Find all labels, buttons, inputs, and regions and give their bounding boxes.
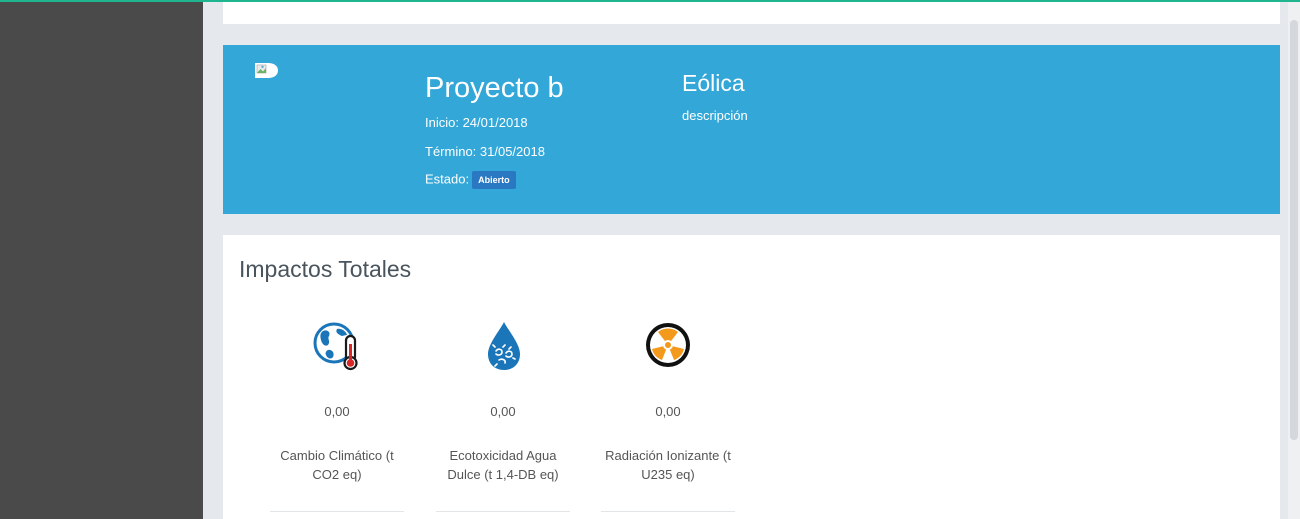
- project-status-label: Estado:: [425, 171, 470, 187]
- impact-card-freshwater-ecotoxicity[interactable]: 0,00 Ecotoxicidad Agua Dulce (t 1,4-DB e…: [433, 235, 573, 519]
- impact-value: 0,00: [490, 404, 516, 419]
- project-start-date: Inicio: 24/01/2018: [425, 115, 528, 130]
- impacts-panel: Impactos Totales 0,00 Cambio Climático (…: [223, 235, 1280, 519]
- impact-label: Ecotoxicidad Agua Dulce (t 1,4-DB eq): [447, 448, 559, 482]
- impact-card-climate[interactable]: 0,00 Cambio Climático (t CO2 eq): [267, 235, 407, 519]
- project-name: Proyecto b: [425, 72, 564, 104]
- impact-value: 0,00: [324, 404, 350, 419]
- impact-divider: [270, 511, 404, 512]
- globe-thermometer-icon: [313, 320, 363, 372]
- project-banner: Proyecto b Inicio: 24/01/2018 Término: 3…: [223, 45, 1280, 214]
- impact-divider: [436, 511, 570, 512]
- project-category: Eólica: [682, 70, 745, 96]
- project-description: descripción: [682, 108, 748, 123]
- sidebar: [0, 2, 203, 519]
- water-drop-bacteria-icon: [479, 320, 529, 372]
- project-status: Estado: Abierto: [425, 171, 516, 189]
- impact-label: Radiación Ionizante (t U235 eq): [605, 448, 731, 482]
- top-card: [223, 2, 1280, 24]
- impact-value: 0,00: [655, 404, 681, 419]
- radiation-icon: [644, 320, 694, 372]
- impact-divider: [601, 511, 735, 512]
- status-badge: Abierto: [472, 171, 516, 189]
- project-end-date: Término: 31/05/2018: [425, 144, 545, 159]
- project-logo-broken-image-icon: [254, 62, 280, 79]
- impact-card-ionizing-radiation[interactable]: 0,00 Radiación Ionizante (t U235 eq): [598, 235, 738, 519]
- impact-label: Cambio Climático (t CO2 eq): [280, 448, 394, 482]
- scrollbar-thumb[interactable]: [1290, 20, 1298, 440]
